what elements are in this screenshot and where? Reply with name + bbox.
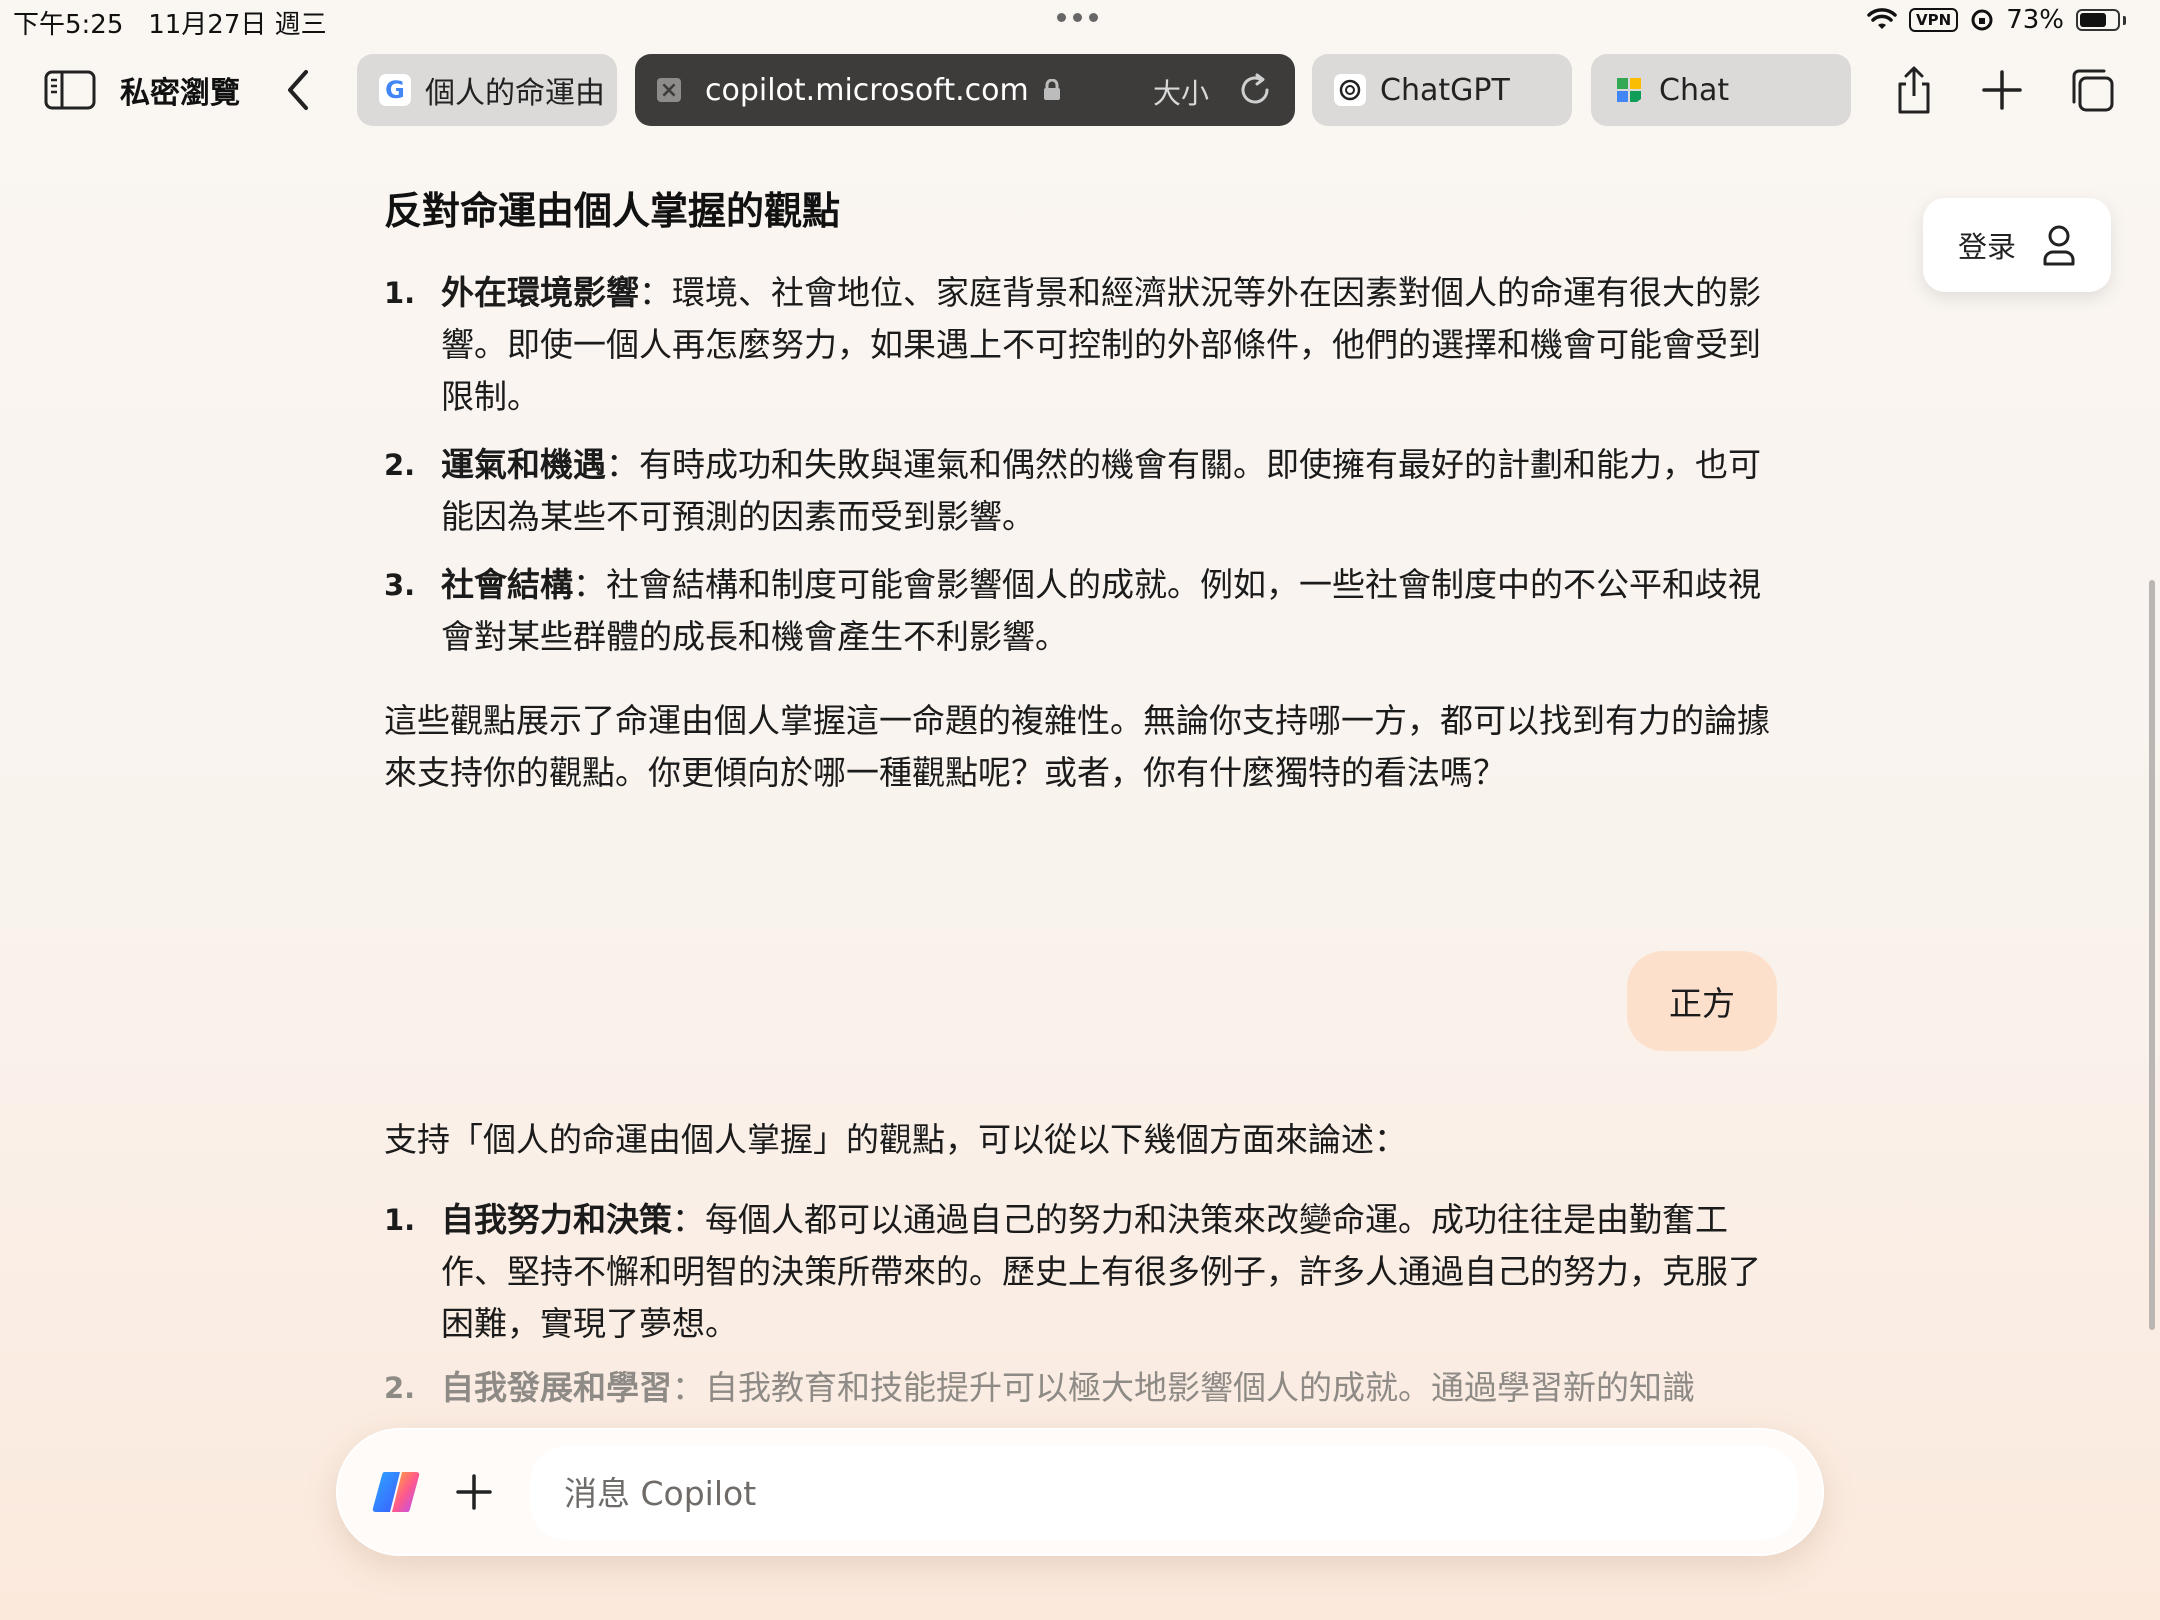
item-term: 社會結構 xyxy=(441,565,573,604)
battery-tip xyxy=(2123,15,2126,25)
login-label: 登录 xyxy=(1957,230,2016,264)
item-number: 1. xyxy=(384,276,416,310)
attach-plus-icon[interactable] xyxy=(450,1468,498,1516)
reload-icon[interactable] xyxy=(1237,72,1273,108)
user-icon xyxy=(2043,225,2075,266)
assistant-message: 反對命運由個人掌握的觀點 1. 外在環境影響：環境、社會地位、家庭背景和經濟狀況等… xyxy=(384,180,1784,799)
item-term: 外在環境影響 xyxy=(441,273,639,312)
item-term: 運氣和機遇 xyxy=(441,445,606,484)
battery-icon xyxy=(2076,9,2120,31)
user-message-bubble: 正方 xyxy=(1627,951,1777,1051)
battery-percent: 73% xyxy=(2006,5,2064,35)
battery-fill xyxy=(2080,13,2106,27)
copilot-logo-icon[interactable] xyxy=(370,1466,422,1518)
tab-chatgpt[interactable]: ChatGPT xyxy=(1312,54,1572,126)
section-heading: 反對命運由個人掌握的觀點 xyxy=(384,189,841,233)
answer-list: 1. 自我努力和決策：每個人都可以通過自己的努力和決策來改變命運。成功往往是由勤奮… xyxy=(384,1194,1784,1350)
status-date: 11月27日 週三 xyxy=(148,10,327,40)
item-colon: ： xyxy=(573,565,606,604)
google-icon: G xyxy=(379,74,411,106)
login-button[interactable]: 登录 xyxy=(1923,198,2111,292)
tab-title: Chat xyxy=(1659,72,1730,108)
tab-title: ChatGPT xyxy=(1380,72,1510,108)
wifi-icon xyxy=(1867,8,1897,29)
back-chevron-icon[interactable] xyxy=(282,66,314,114)
private-browsing-label[interactable]: 私密瀏覽 xyxy=(120,68,240,112)
vpn-badge: VPN xyxy=(1909,8,1959,32)
item-number: 3. xyxy=(384,568,416,602)
chatgpt-icon xyxy=(1334,74,1366,106)
item-colon: ： xyxy=(606,445,639,484)
tab-google-search[interactable]: G 個人的命運由 xyxy=(357,54,617,126)
page-scrollbar[interactable] xyxy=(2149,580,2155,1330)
item-term: 自我發展和學習 xyxy=(441,1368,672,1407)
list-item: 3. 社會結構：社會結構和制度可能會影響個人的成就。例如，一些社會制度中的不公平和… xyxy=(384,559,1771,663)
answer-list-continued: 2. 自我發展和學習：自我教育和技能提升可以極大地影響個人的成就。通過學習新的知識 xyxy=(384,1362,1784,1414)
chat-icon xyxy=(1613,74,1645,106)
answer-faded-continuation: 2. 自我發展和學習：自我教育和技能提升可以極大地影響個人的成就。通過學習新的知識 xyxy=(384,1362,1784,1426)
list-item: 1. 外在環境影響：環境、社會地位、家庭背景和經濟狀況等外在因素對個人的命運有很大… xyxy=(384,267,1771,423)
item-colon: ： xyxy=(672,1200,705,1239)
list-item: 1. 自我努力和決策：每個人都可以通過自己的努力和決策來改變命運。成功往往是由勤奮… xyxy=(384,1194,1771,1350)
status-clock: 下午5:25 xyxy=(13,10,124,40)
item-number: 2. xyxy=(384,1371,416,1405)
item-number: 2. xyxy=(384,448,416,482)
address-url[interactable]: copilot.microsoft.com xyxy=(705,73,1029,108)
tab-copilot-active[interactable]: × copilot.microsoft.com 大小 xyxy=(635,54,1295,126)
item-term: 自我努力和決策 xyxy=(441,1200,672,1239)
argument-list: 1. 外在環境影響：環境、社會地位、家庭背景和經濟狀況等外在因素對個人的命運有很大… xyxy=(384,267,1784,663)
text-size-button[interactable]: 大小 xyxy=(1153,72,1209,112)
item-number: 1. xyxy=(384,1203,416,1237)
orientation-lock-icon xyxy=(1971,9,1993,31)
browser-toolbar: 私密瀏覽 G 個人的命運由 × copilot.microsoft.com 大小… xyxy=(0,52,2160,128)
list-item: 2. 運氣和機遇：有時成功和失敗與運氣和偶然的機會有關。即使擁有最好的計劃和能力，… xyxy=(384,439,1771,543)
message-composer xyxy=(336,1428,1824,1556)
tab-overview-icon[interactable] xyxy=(2066,64,2118,116)
tab-title: 個人的命運由 xyxy=(425,76,605,111)
answer-intro: 支持「個人的命運由個人掌握」的觀點，可以從以下幾個方面來論述： xyxy=(384,1120,1407,1159)
tab-close-icon[interactable]: × xyxy=(657,78,681,103)
lock-icon xyxy=(1043,79,1060,100)
multitasking-dots-icon[interactable] xyxy=(1057,13,1098,22)
item-text: 有時成功和失敗與運氣和偶然的機會有關。即使擁有最好的計劃和能力，也可能因為某些不… xyxy=(441,445,1761,536)
status-bar: 下午5:25 11月27日 週三 VPN 73% xyxy=(0,0,2160,40)
assistant-answer: 支持「個人的命運由個人掌握」的觀點，可以從以下幾個方面來論述： 1. 自我努力和決… xyxy=(384,1114,1784,1366)
status-indicators: VPN 73% xyxy=(1867,5,2126,35)
status-time: 下午5:25 11月27日 週三 xyxy=(13,4,327,41)
summary-paragraph: 這些觀點展示了命運由個人掌握這一命題的複雜性。無論你支持哪一方，都可以找到有力的… xyxy=(384,701,1770,792)
item-colon: ： xyxy=(672,1368,705,1407)
item-colon: ： xyxy=(639,273,672,312)
tab-chat[interactable]: Chat xyxy=(1591,54,1851,126)
sidebar-toggle-icon[interactable] xyxy=(44,70,96,110)
item-text: 社會結構和制度可能會影響個人的成就。例如，一些社會制度中的不公平和歧視會對某些群… xyxy=(441,565,1761,656)
item-text: 自我教育和技能提升可以極大地影響個人的成就。通過學習新的知識 xyxy=(705,1368,1695,1407)
new-tab-plus-icon[interactable] xyxy=(1976,64,2028,116)
list-item: 2. 自我發展和學習：自我教育和技能提升可以極大地影響個人的成就。通過學習新的知識 xyxy=(384,1362,1771,1414)
message-input[interactable] xyxy=(530,1446,1798,1540)
share-icon[interactable] xyxy=(1888,64,1940,116)
